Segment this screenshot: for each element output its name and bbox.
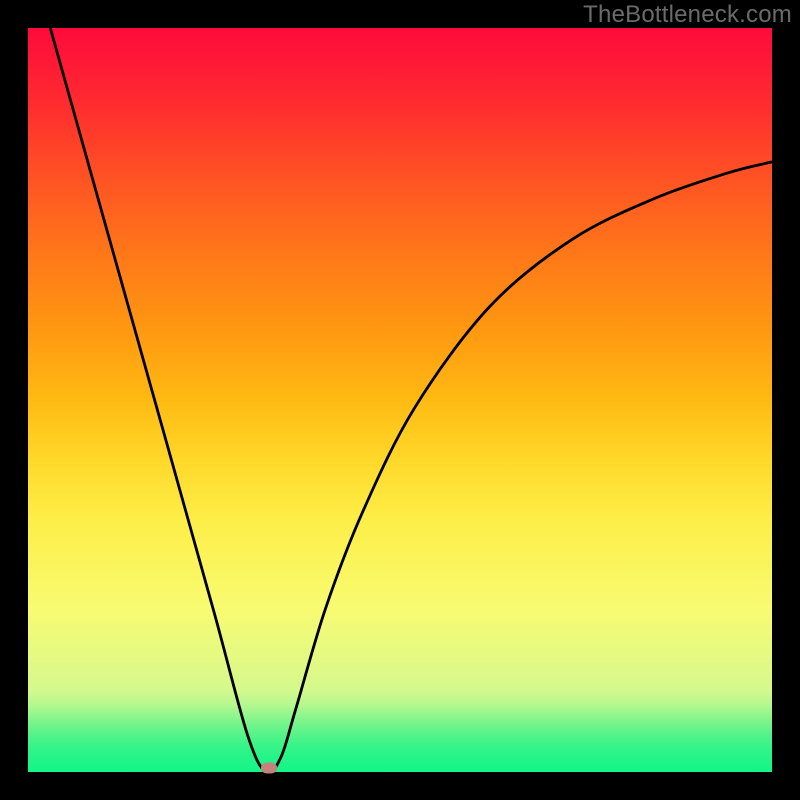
chart-frame: TheBottleneck.com [0, 0, 800, 800]
minimum-marker [261, 762, 277, 773]
curve-layer [28, 28, 772, 772]
bottleneck-curve [50, 28, 772, 773]
watermark-label: TheBottleneck.com [583, 1, 792, 29]
plot-area [28, 28, 772, 772]
